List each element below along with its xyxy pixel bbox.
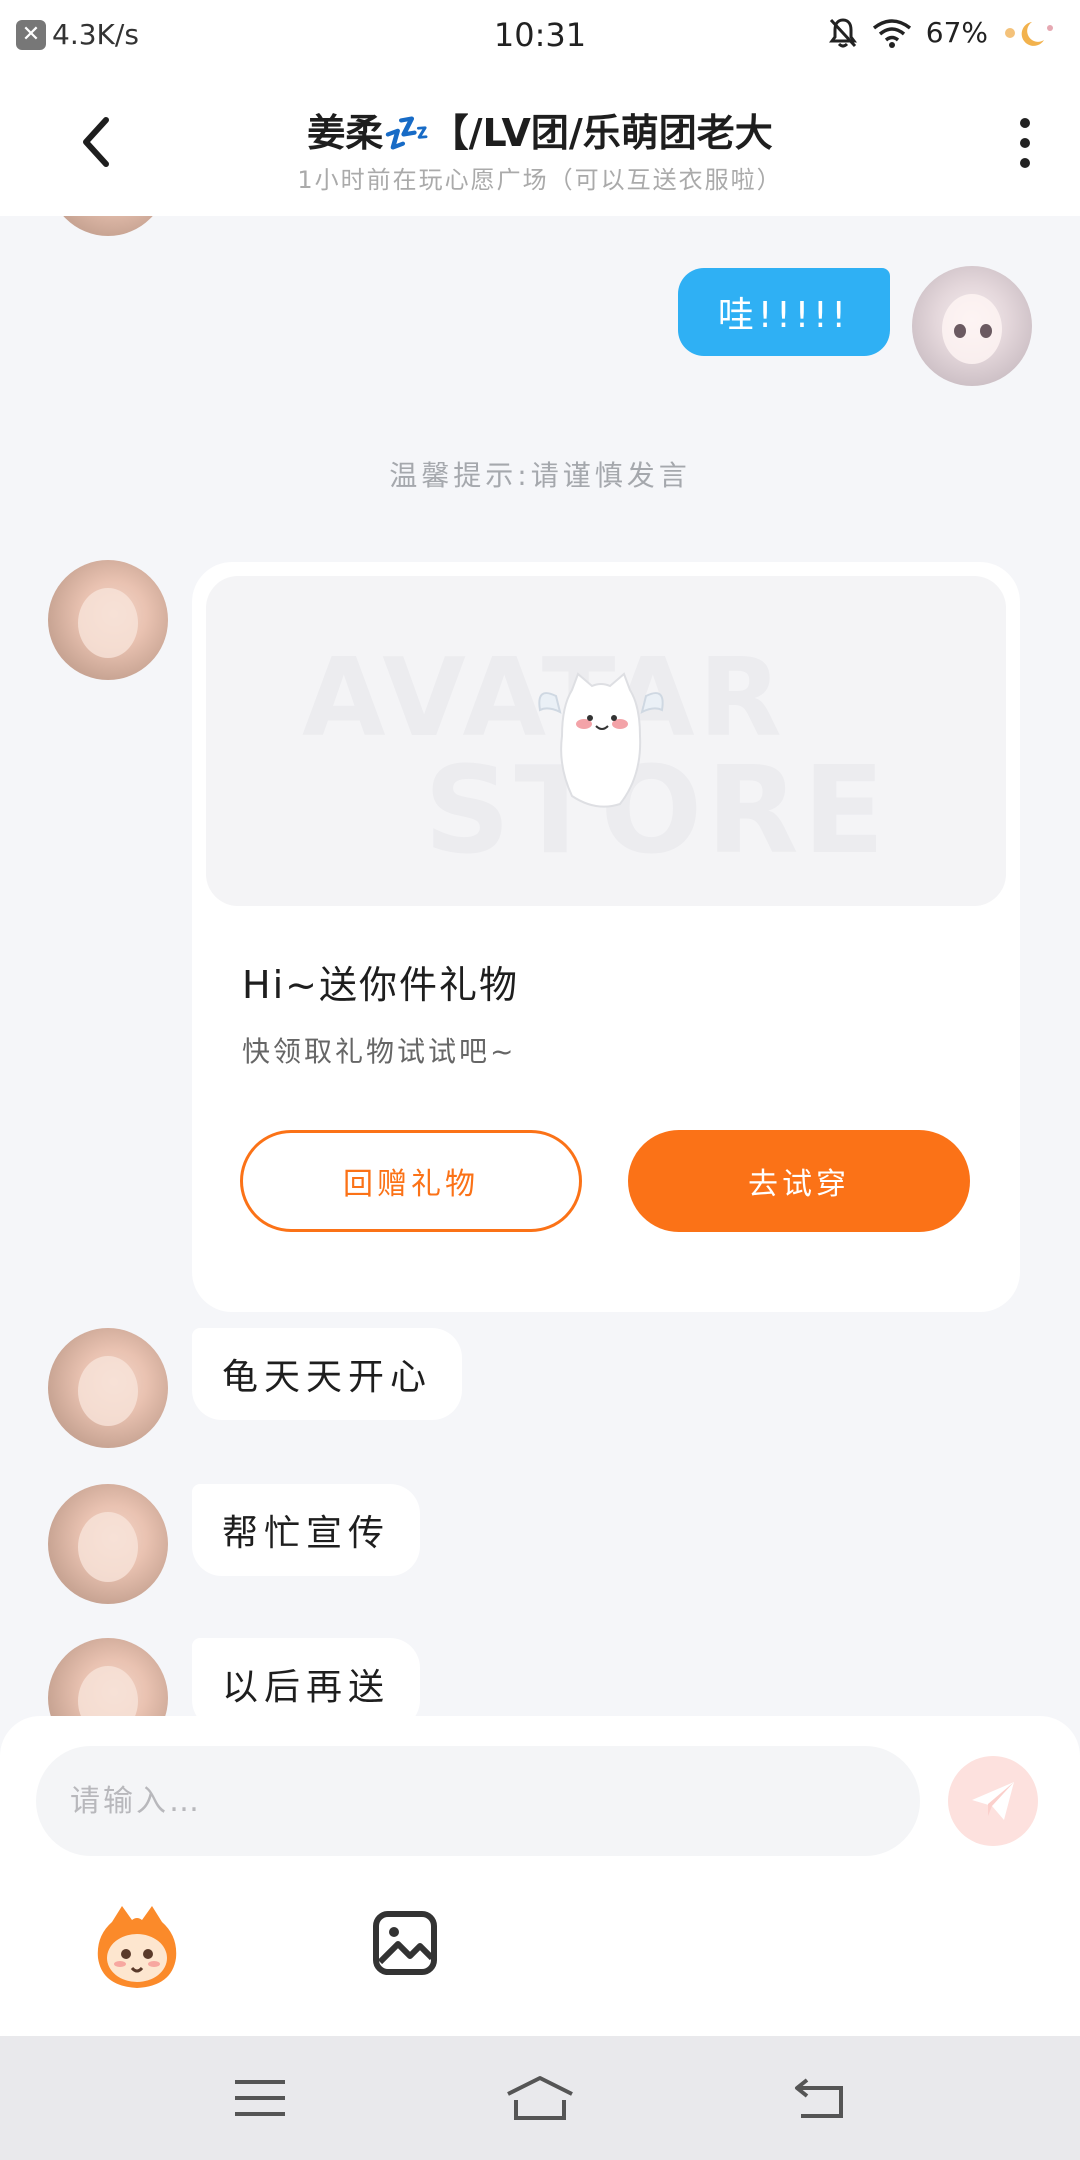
avatar-face [78, 1666, 138, 1716]
avatar-face [942, 294, 1002, 364]
gift-banner: AVATAR STORE [206, 576, 1006, 906]
more-vertical-icon [1020, 118, 1030, 128]
incoming-message[interactable]: 帮忙宣传 [192, 1484, 421, 1576]
safety-tip: 温馨提示:请谨慎发言 [389, 459, 691, 492]
system-nav-bar [0, 2036, 1080, 2160]
more-dot [1020, 138, 1030, 148]
more-dot [1020, 158, 1030, 168]
battery-level: 67% [925, 16, 988, 49]
send-button[interactable] [948, 1756, 1038, 1846]
return-gift-button[interactable]: 回赠礼物 [240, 1130, 582, 1232]
contact-avatar[interactable] [48, 216, 168, 236]
contact-avatar[interactable] [48, 1328, 168, 1448]
avatar-eye [980, 324, 992, 338]
chevron-left-icon [83, 117, 109, 167]
more-options-button[interactable] [1000, 108, 1050, 178]
home-icon [507, 2076, 573, 2120]
nav-back-button[interactable] [780, 2058, 860, 2138]
nav-menu-button[interactable] [220, 2058, 300, 2138]
avatar-face [78, 1356, 138, 1426]
ghost-mascot-icon [538, 672, 664, 808]
avatar-eye [954, 324, 966, 338]
avatar-face [78, 588, 138, 658]
mute-bell-icon [828, 17, 858, 49]
incoming-message[interactable]: 以后再送 [192, 1638, 421, 1716]
gift-card[interactable]: AVATAR STORE Hi~送你件礼物 快领取礼物试试吧~ 回赠礼物 去试穿 [192, 562, 1020, 1312]
my-avatar[interactable] [912, 266, 1032, 386]
nav-home-button[interactable] [500, 2058, 580, 2138]
wifi-icon [872, 18, 912, 48]
send-icon [972, 1782, 1014, 1820]
gift-title: Hi~送你件礼物 [242, 963, 519, 1007]
avatar-face [78, 1512, 138, 1582]
composer-panel [0, 1716, 1080, 2036]
status-right: 67% [828, 16, 1058, 49]
emoji-mascot-icon[interactable] [92, 1902, 182, 1992]
decor-moon-icon [1002, 18, 1058, 48]
status-bar: ✕ 4.3K/s 10:31 67% [0, 0, 1080, 72]
contact-avatar[interactable] [48, 1484, 168, 1604]
contact-avatar[interactable] [48, 1638, 168, 1716]
chat-messages[interactable]: 哇!!!!! 温馨提示:请谨慎发言 AVATAR STORE Hi~送你件礼物 … [0, 216, 1080, 1716]
chat-status: 1小时前在玩心愿广场（可以互送衣服啦） [297, 166, 783, 194]
chat-header: 姜柔💤【/LV团/乐萌团老大 1小时前在玩心愿广场（可以互送衣服啦） [0, 72, 1080, 216]
gift-subtitle: 快领取礼物试试吧~ [242, 1035, 517, 1068]
contact-avatar[interactable] [48, 560, 168, 680]
incoming-message[interactable]: 龟天天开心 [192, 1328, 463, 1420]
try-on-button[interactable]: 去试穿 [628, 1130, 970, 1232]
back-icon [795, 2078, 843, 2118]
chat-title: 姜柔💤【/LV团/乐萌团老大 [307, 111, 773, 155]
menu-icon [235, 2080, 285, 2116]
image-icon[interactable] [372, 1910, 438, 1976]
outgoing-message[interactable]: 哇!!!!! [677, 268, 890, 356]
message-input[interactable] [36, 1746, 920, 1856]
back-button[interactable] [66, 112, 126, 172]
